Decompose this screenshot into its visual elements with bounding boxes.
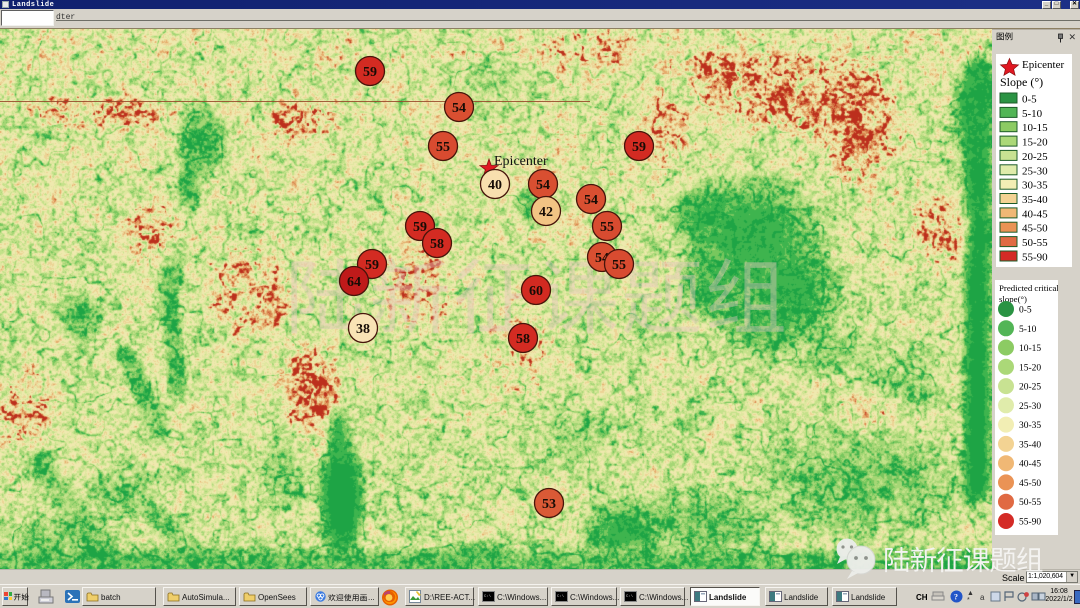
svg-text:30-35: 30-35 (1022, 180, 1048, 192)
svg-text:Epicenter: Epicenter (494, 154, 548, 169)
svg-text:55: 55 (600, 220, 614, 235)
svg-text:15-20: 15-20 (1022, 137, 1048, 149)
svg-text:Predicted critical: Predicted critical (999, 283, 1058, 293)
svg-text:0-5: 0-5 (1019, 306, 1032, 316)
svg-text:50-55: 50-55 (1019, 498, 1041, 508)
svg-text:20-25: 20-25 (1019, 383, 1041, 393)
svg-text:30-35: 30-35 (1019, 421, 1041, 431)
svg-text:25-30: 25-30 (1019, 402, 1041, 412)
svg-text:C:\: C:\ (626, 594, 634, 599)
svg-text:10-15: 10-15 (1022, 122, 1048, 134)
svg-text:58: 58 (430, 237, 444, 252)
svg-text:55-90: 55-90 (1022, 252, 1048, 264)
svg-text:Epicenter: Epicenter (1022, 59, 1064, 71)
svg-text:10-15: 10-15 (1019, 344, 1041, 354)
svg-text:54: 54 (584, 193, 598, 208)
svg-text:54: 54 (452, 101, 466, 116)
svg-text:45-50: 45-50 (1022, 223, 1048, 235)
svg-text:38: 38 (356, 322, 370, 337)
svg-text:?: ? (954, 593, 958, 602)
svg-text:25-30: 25-30 (1022, 165, 1048, 177)
svg-text:50-55: 50-55 (1022, 237, 1048, 249)
svg-text:45-50: 45-50 (1019, 479, 1041, 489)
svg-text:20-25: 20-25 (1022, 151, 1048, 163)
svg-text:35-40: 35-40 (1019, 440, 1041, 450)
svg-text:53: 53 (542, 497, 556, 512)
svg-text:0-5: 0-5 (1022, 94, 1037, 106)
svg-text:60: 60 (529, 284, 543, 299)
svg-text:55: 55 (436, 140, 450, 155)
svg-text:C:\: C:\ (557, 594, 565, 599)
svg-text:40-45: 40-45 (1022, 208, 1048, 220)
svg-text:40: 40 (488, 178, 502, 193)
svg-text:35-40: 35-40 (1022, 194, 1048, 206)
svg-text:54: 54 (536, 178, 550, 193)
svg-text:55: 55 (612, 258, 626, 273)
svg-text:5-10: 5-10 (1022, 108, 1043, 120)
svg-text:15-20: 15-20 (1019, 363, 1041, 373)
svg-text:59: 59 (632, 140, 646, 155)
svg-text:42: 42 (539, 205, 553, 220)
svg-text:55-90: 55-90 (1019, 518, 1041, 528)
svg-text:64: 64 (347, 275, 361, 290)
svg-text:5-10: 5-10 (1019, 325, 1037, 335)
svg-text:Slope (°): Slope (°) (1000, 75, 1043, 89)
svg-text:59: 59 (363, 65, 377, 80)
svg-text:59: 59 (413, 220, 427, 235)
svg-text:59: 59 (365, 258, 379, 273)
svg-text:40-45: 40-45 (1019, 460, 1041, 470)
svg-text:58: 58 (516, 332, 530, 347)
svg-text:C:\: C:\ (484, 594, 492, 599)
